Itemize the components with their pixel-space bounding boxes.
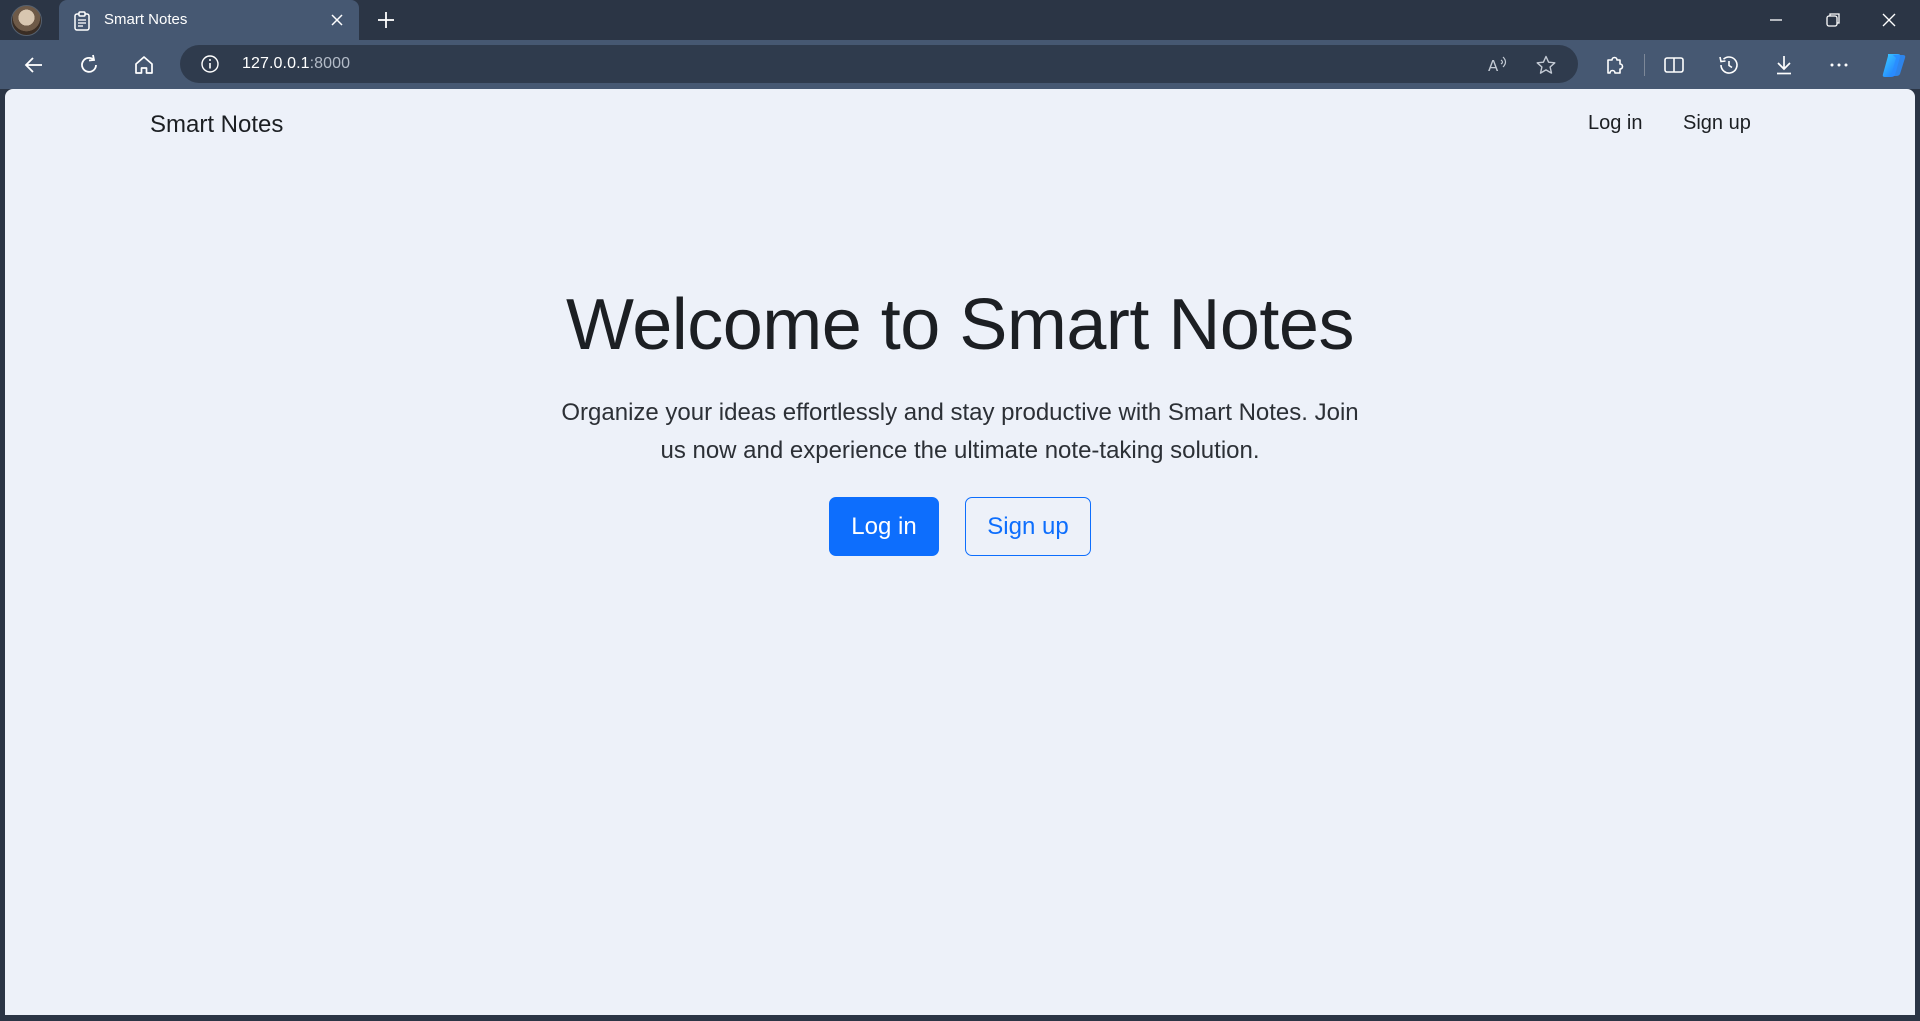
close-window-icon[interactable] [1877, 8, 1901, 32]
address-bar[interactable]: 127.0.0.1:8000 A [180, 45, 1578, 83]
home-icon[interactable] [131, 52, 157, 78]
svg-text:A: A [1488, 57, 1499, 75]
minimize-icon[interactable] [1764, 8, 1788, 32]
info-icon[interactable] [200, 54, 220, 74]
brand-logo-text[interactable]: Smart Notes [150, 111, 283, 139]
hero-lead-line-2: us now and experience the ultimate note-… [660, 437, 1260, 464]
site-navbar: Smart Notes Log in Sign up [5, 89, 1915, 159]
toolbar-separator [1644, 54, 1645, 76]
hero-lead: Organize your ideas effortlessly and sta… [560, 394, 1360, 470]
read-aloud-icon[interactable]: A [1486, 54, 1508, 76]
url-text[interactable]: 127.0.0.1:8000 [242, 55, 350, 73]
nav-signup-link[interactable]: Sign up [1683, 112, 1751, 135]
login-button[interactable]: Log in [829, 497, 939, 556]
profile-avatar[interactable] [11, 5, 42, 36]
url-port: :8000 [309, 55, 351, 72]
nav-login-link[interactable]: Log in [1588, 112, 1643, 135]
split-screen-icon[interactable] [1661, 52, 1687, 78]
new-tab-icon[interactable] [374, 8, 398, 32]
browser-titlebar: Smart Notes [0, 0, 1920, 40]
hero-title: Welcome to Smart Notes [566, 285, 1354, 365]
browser-toolbar: 127.0.0.1:8000 A [0, 40, 1920, 89]
browser-tab[interactable]: Smart Notes [59, 0, 359, 40]
more-icon[interactable] [1826, 52, 1852, 78]
clipboard-icon [74, 11, 90, 31]
tab-title: Smart Notes [104, 11, 188, 28]
restore-icon[interactable] [1821, 8, 1845, 32]
hero-lead-line-1: Organize your ideas effortlessly and sta… [561, 399, 1359, 426]
back-arrow-icon[interactable] [21, 52, 47, 78]
extensions-icon[interactable] [1601, 52, 1627, 78]
url-host: 127.0.0.1 [242, 55, 310, 72]
history-icon[interactable] [1716, 52, 1742, 78]
page-viewport: Smart Notes Log in Sign up Welcome to Sm… [5, 89, 1915, 1015]
window-bottom-edge [0, 1015, 1920, 1021]
signup-button[interactable]: Sign up [965, 497, 1091, 556]
close-tab-icon[interactable] [327, 10, 347, 30]
download-icon[interactable] [1771, 52, 1797, 78]
star-icon[interactable] [1535, 54, 1557, 76]
refresh-icon[interactable] [76, 52, 102, 78]
copilot-icon[interactable] [1879, 50, 1909, 80]
